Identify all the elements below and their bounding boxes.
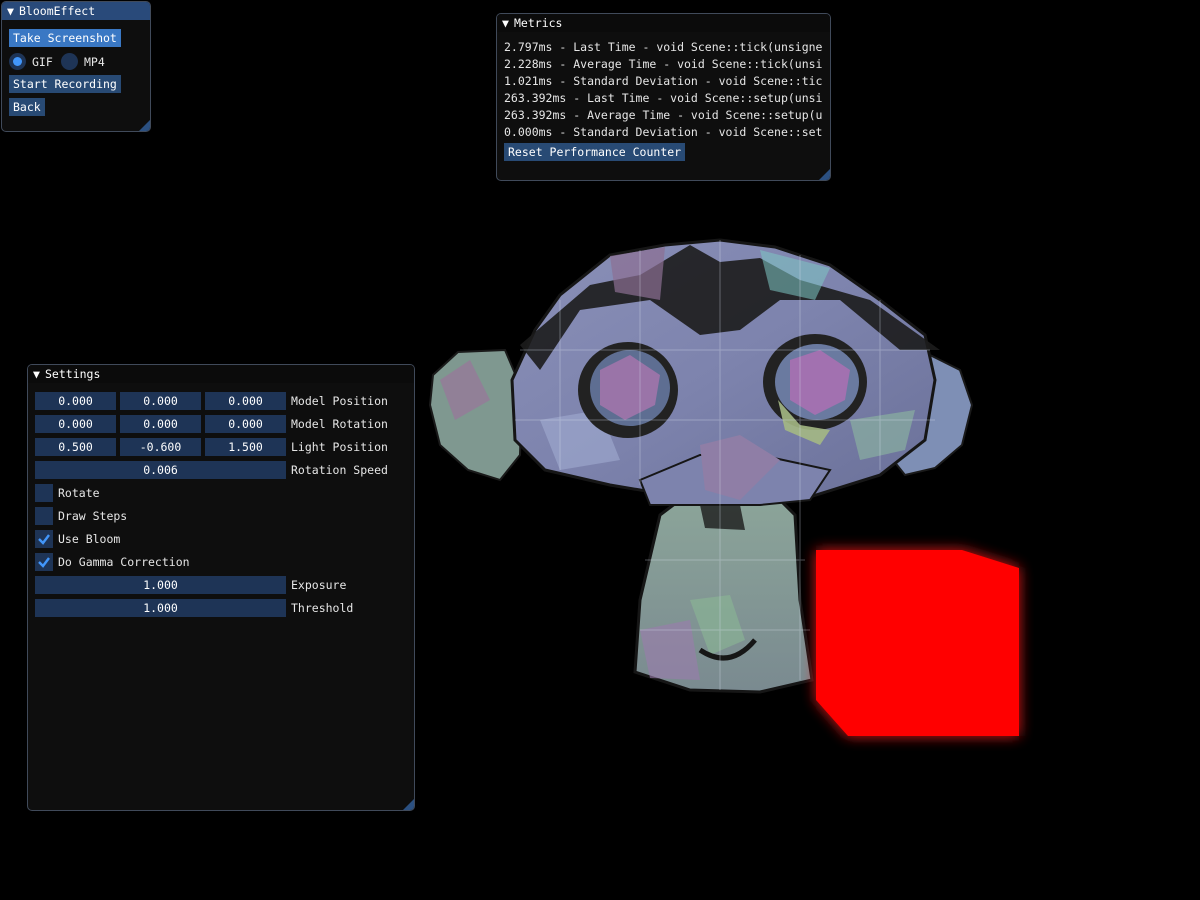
- draw-steps-checkbox[interactable]: [35, 507, 53, 525]
- bloom-effect-titlebar[interactable]: ▼ BloomEffect: [2, 2, 150, 20]
- threshold-slider[interactable]: 1.000: [35, 599, 286, 617]
- window-title: Metrics: [514, 16, 563, 30]
- gif-label: GIF: [32, 55, 53, 69]
- metric-line: 263.392ms - Last Time - void Scene::setu…: [504, 91, 823, 105]
- exposure-label: Exposure: [291, 578, 347, 592]
- light-position-x-field[interactable]: 0.500: [35, 438, 116, 456]
- settings-titlebar[interactable]: ▼ Settings: [28, 365, 414, 383]
- start-recording-button[interactable]: Start Recording: [9, 75, 121, 93]
- model-rotation-z-field[interactable]: 0.000: [205, 415, 286, 433]
- window-title: Settings: [45, 367, 101, 381]
- rotation-speed-label: Rotation Speed: [291, 463, 388, 477]
- take-screenshot-button[interactable]: Take Screenshot: [9, 29, 121, 47]
- light-position-label: Light Position: [291, 440, 388, 454]
- gif-radio[interactable]: [9, 53, 26, 70]
- back-button[interactable]: Back: [9, 98, 45, 116]
- metric-line: 2.797ms - Last Time - void Scene::tick(u…: [504, 40, 823, 54]
- metric-line: 263.392ms - Average Time - void Scene::s…: [504, 108, 823, 122]
- light-cube: [816, 550, 1019, 736]
- metric-line: 2.228ms - Average Time - void Scene::tic…: [504, 57, 823, 71]
- light-position-z-field[interactable]: 1.500: [205, 438, 286, 456]
- metrics-window[interactable]: ▼ Metrics 2.797ms - Last Time - void Scen…: [496, 13, 831, 181]
- model-position-label: Model Position: [291, 394, 388, 408]
- radio-selected-dot: [13, 57, 22, 66]
- threshold-label: Threshold: [291, 601, 354, 615]
- checkmark-icon: [38, 557, 50, 568]
- mp4-radio[interactable]: [61, 53, 78, 70]
- reset-performance-counter-button[interactable]: Reset Performance Counter: [504, 143, 686, 161]
- model-position-x-field[interactable]: 0.000: [35, 392, 116, 410]
- use-bloom-checkbox[interactable]: [35, 530, 53, 548]
- model-position-y-field[interactable]: 0.000: [120, 392, 201, 410]
- use-bloom-label: Use Bloom: [58, 532, 121, 546]
- checkmark-icon: [38, 534, 50, 545]
- collapse-arrow-icon[interactable]: ▼: [7, 2, 19, 20]
- metrics-titlebar[interactable]: ▼ Metrics: [497, 14, 830, 32]
- model-rotation-label: Model Rotation: [291, 417, 388, 431]
- rotate-label: Rotate: [58, 486, 100, 500]
- window-title: BloomEffect: [19, 4, 96, 18]
- model-position-z-field[interactable]: 0.000: [205, 392, 286, 410]
- mp4-label: MP4: [84, 55, 105, 69]
- collapse-arrow-icon[interactable]: ▼: [502, 14, 514, 32]
- gamma-correction-label: Do Gamma Correction: [58, 555, 190, 569]
- resize-grip[interactable]: [403, 799, 414, 810]
- metric-line: 0.000ms - Standard Deviation - void Scen…: [504, 125, 823, 139]
- metric-line: 1.021ms - Standard Deviation - void Scen…: [504, 74, 823, 88]
- resize-grip[interactable]: [819, 169, 830, 180]
- model-rotation-x-field[interactable]: 0.000: [35, 415, 116, 433]
- draw-steps-label: Draw Steps: [58, 509, 128, 523]
- collapse-arrow-icon[interactable]: ▼: [33, 365, 45, 383]
- gamma-correction-checkbox[interactable]: [35, 553, 53, 571]
- resize-grip[interactable]: [139, 120, 150, 131]
- settings-window[interactable]: ▼ Settings 0.000 0.000 0.000 Model Positi…: [27, 364, 415, 811]
- rotation-speed-slider[interactable]: 0.006: [35, 461, 286, 479]
- bloom-effect-window[interactable]: ▼ BloomEffect Take Screenshot GIF MP4 Sta…: [1, 1, 151, 132]
- model-rotation-y-field[interactable]: 0.000: [120, 415, 201, 433]
- light-position-y-field[interactable]: -0.600: [120, 438, 201, 456]
- rotate-checkbox[interactable]: [35, 484, 53, 502]
- exposure-slider[interactable]: 1.000: [35, 576, 286, 594]
